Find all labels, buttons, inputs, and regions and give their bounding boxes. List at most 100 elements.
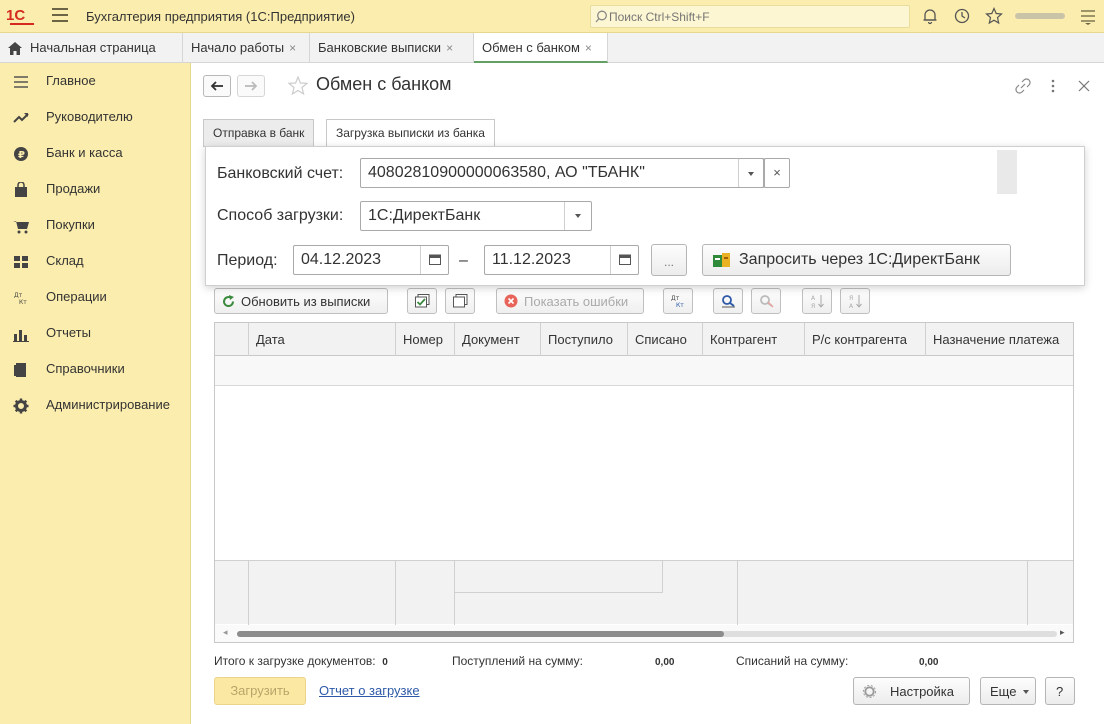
more-vertical-icon[interactable] [1049, 77, 1057, 95]
sidebar-item-warehouse[interactable]: Склад [0, 243, 191, 279]
scroll-left-icon[interactable]: ◂ [223, 627, 228, 638]
sidebar-item-purchases[interactable]: Покупки [0, 207, 191, 243]
account-clear-button[interactable]: × [764, 158, 790, 188]
svg-text:₽: ₽ [18, 150, 25, 161]
back-button[interactable] [203, 75, 231, 97]
refresh-from-statement-button[interactable]: Обновить из выписки [214, 288, 388, 314]
link-icon[interactable] [1014, 77, 1032, 95]
error-icon [504, 294, 518, 308]
column-header-counterparty-account[interactable]: Р/с контрагента [805, 323, 926, 356]
settings-button[interactable]: Настройка [853, 677, 970, 705]
sidebar-item-operations[interactable]: Дт Кт Операции [0, 279, 191, 315]
sidebar-item-sales[interactable]: Продажи [0, 171, 191, 207]
column-header-checkbox[interactable] [215, 323, 249, 356]
method-label: Способ загрузки: [217, 207, 344, 224]
search-input[interactable] [609, 9, 899, 25]
request-directbank-button[interactable]: Запросить через 1С:ДиректБанк [702, 244, 1011, 276]
svg-text:Я: Я [811, 303, 815, 310]
calendar-button[interactable] [420, 246, 448, 274]
settings-menu-icon[interactable] [1079, 7, 1097, 25]
search-box[interactable] [590, 5, 910, 28]
sidebar-item-admin[interactable]: Администрирование [0, 387, 191, 423]
account-field[interactable]: 40802810900000063580, АО "ТБАНК" [360, 158, 765, 188]
find-button[interactable] [713, 288, 743, 314]
horizontal-scrollbar[interactable]: ◂ ▸ [215, 625, 1073, 642]
period-from-field[interactable]: 04.12.2023 [293, 245, 449, 275]
close-window-icon[interactable] [1077, 77, 1091, 95]
sort-asc-button[interactable]: АЯ [802, 288, 832, 314]
column-header-document[interactable]: Документ [455, 323, 541, 356]
period-select-button[interactable]: ... [651, 244, 687, 276]
tab-bank-statements[interactable]: Банковские выписки × [310, 33, 474, 63]
tab-load-statement[interactable]: Загрузка выписки из банка [326, 119, 495, 147]
expense-total-label: Списаний на сумму: [736, 654, 849, 668]
tab-send-to-bank[interactable]: Отправка в банк [203, 119, 315, 147]
ruble-icon: ₽ [14, 147, 28, 161]
calendar-button[interactable] [610, 246, 638, 274]
column-header-expense[interactable]: Списано [628, 323, 703, 356]
dt-kt-icon: ДтКт [671, 295, 684, 309]
column-header-number[interactable]: Номер [396, 323, 455, 356]
scroll-thumb[interactable] [237, 631, 724, 637]
svg-text:Кт: Кт [19, 299, 27, 306]
sort-descending-icon: ЯА [849, 295, 862, 310]
bell-icon[interactable] [921, 7, 939, 25]
sidebar-item-manager[interactable]: Руководителю [0, 99, 191, 135]
sidebar: Главное Руководителю ₽ Банк и касса Прод… [0, 63, 191, 724]
load-report-link[interactable]: Отчет о загрузке [319, 683, 420, 698]
close-icon[interactable]: × [289, 41, 296, 55]
svg-text:Я: Я [849, 295, 853, 302]
close-icon[interactable]: × [585, 41, 592, 55]
chevron-down-icon[interactable] [564, 202, 590, 230]
scroll-right-icon[interactable]: ▸ [1060, 627, 1065, 638]
bar-chart-icon [13, 330, 29, 342]
favorite-star-icon[interactable] [288, 76, 308, 95]
period-to-field[interactable]: 11.12.2023 [484, 245, 639, 275]
svg-text:Дт: Дт [671, 295, 680, 302]
column-header-purpose[interactable]: Назначение платежа [926, 323, 1073, 356]
panel-scrollbar[interactable] [997, 150, 1017, 194]
cancel-search-icon [760, 295, 774, 308]
help-button[interactable]: ? [1045, 677, 1075, 705]
main-menu-icon[interactable] [52, 8, 68, 24]
statement-params-panel: Банковский счет: 40802810900000063580, А… [205, 146, 1085, 286]
income-total-label: Поступлений на сумму: [452, 654, 583, 668]
show-errors-button[interactable]: Показать ошибки [496, 288, 644, 314]
sort-ascending-icon: АЯ [811, 295, 824, 310]
more-button[interactable]: Еще [980, 677, 1036, 705]
uncheck-all-button[interactable] [445, 288, 475, 314]
svg-text:Дт: Дт [14, 292, 23, 299]
tab-bank-exchange[interactable]: Обмен с банком × [474, 33, 608, 63]
tab-home[interactable]: Начальная страница [0, 33, 183, 63]
sidebar-item-catalogs[interactable]: Справочники [0, 351, 191, 387]
history-icon[interactable] [953, 7, 971, 25]
column-header-counterparty[interactable]: Контрагент [703, 323, 805, 356]
documents-table[interactable]: Дата Номер Документ Поступило Списано Ко… [214, 322, 1074, 643]
sidebar-item-reports[interactable]: Отчеты [0, 315, 191, 351]
search-icon [722, 295, 735, 308]
lines-icon [14, 76, 28, 88]
sidebar-item-main[interactable]: Главное [0, 63, 191, 99]
refresh-icon [223, 295, 235, 308]
sidebar-item-bank[interactable]: ₽ Банк и касса [0, 135, 191, 171]
column-header-income[interactable]: Поступило [541, 323, 628, 356]
calendar-icon [429, 254, 441, 265]
check-all-button[interactable] [407, 288, 437, 314]
chevron-down-icon [748, 171, 754, 176]
favorites-star-icon[interactable] [985, 7, 1003, 25]
clear-search-button[interactable] [751, 288, 781, 314]
account-dropdown-button[interactable] [738, 158, 764, 188]
user-name-blurred[interactable] [1015, 13, 1065, 19]
method-select[interactable]: 1С:ДиректБанк [360, 201, 592, 231]
app-logo[interactable]: 1С [6, 7, 36, 25]
close-icon[interactable]: × [446, 41, 453, 55]
account-label: Банковский счет: [217, 165, 344, 182]
load-button[interactable]: Загрузить [214, 677, 306, 705]
tab-start-work[interactable]: Начало работы × [183, 33, 310, 63]
sort-desc-button[interactable]: ЯА [840, 288, 870, 314]
column-header-date[interactable]: Дата [249, 323, 396, 356]
dt-kt-button[interactable]: Дт Кт [663, 288, 693, 314]
title-bar: 1С Бухгалтерия предприятия (1С:Предприят… [0, 0, 1104, 33]
forward-button[interactable] [237, 75, 265, 97]
table-row[interactable] [215, 356, 1073, 386]
